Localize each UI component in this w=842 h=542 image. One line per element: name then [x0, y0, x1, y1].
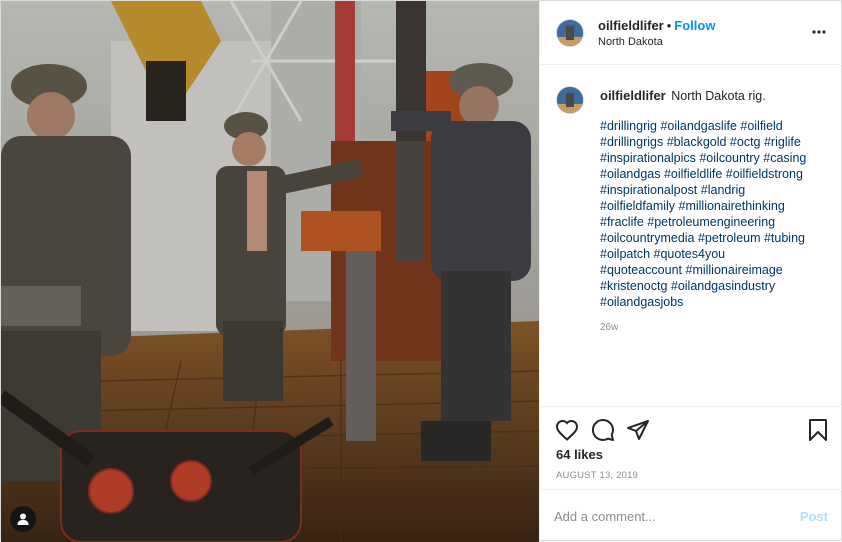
post-side-panel: oilfieldlifer • Follow North Dakota oilf…	[539, 1, 842, 542]
user-tag-icon[interactable]	[10, 506, 36, 532]
post-photo[interactable]	[1, 1, 539, 542]
hashtag-line[interactable]: #drillingrigs #blackgold #octg #riglife	[600, 134, 830, 150]
hashtag-line[interactable]: #quoteaccount #millionaireimage	[600, 262, 830, 278]
hashtag-line[interactable]: #inspirationalpost #landrig	[600, 182, 830, 198]
caption-username[interactable]: oilfieldlifer	[600, 88, 666, 103]
hashtag-line[interactable]: #oilpatch #quotes4you	[600, 246, 830, 262]
hashtag-line[interactable]: #oilfieldfamily #millionairethinking	[600, 198, 830, 214]
caption-avatar[interactable]	[556, 86, 584, 114]
post-date[interactable]: AUGUST 13, 2019	[556, 470, 638, 481]
add-comment-section: Post	[540, 489, 842, 542]
hashtag-line[interactable]: #drillingrig #oilandgaslife #oilfield	[600, 118, 830, 134]
caption: oilfieldlifer North Dakota rig. #drillin…	[600, 88, 830, 310]
hashtag-line[interactable]: #fraclife #petroleumengineering	[600, 214, 830, 230]
hashtag-line[interactable]: #kristenoctg #oilandgasindustry	[600, 278, 830, 294]
likes-count[interactable]: 64 likes	[556, 447, 603, 462]
avatar[interactable]	[556, 19, 584, 47]
hashtag-line[interactable]: #oilcountrymedia #petroleum #tubing	[600, 230, 830, 246]
instagram-post: oilfieldlifer • Follow North Dakota oilf…	[0, 0, 842, 542]
header-names: oilfieldlifer • Follow North Dakota	[598, 18, 715, 50]
share-icon[interactable]	[625, 417, 651, 443]
more-horizontal-icon[interactable]	[812, 25, 826, 39]
action-bar	[540, 406, 842, 450]
comment-icon[interactable]	[590, 417, 616, 443]
follow-button[interactable]: Follow	[674, 18, 715, 33]
post-header: oilfieldlifer • Follow North Dakota	[540, 1, 842, 65]
hashtag-line[interactable]: #oilandgasjobs	[600, 294, 830, 310]
comment-input[interactable]	[554, 505, 774, 527]
comments-area[interactable]: oilfieldlifer North Dakota rig. #drillin…	[540, 66, 842, 406]
rig-workers-photo	[1, 1, 539, 542]
post-comment-button[interactable]: Post	[800, 509, 828, 524]
username-link[interactable]: oilfieldlifer	[598, 18, 664, 33]
heart-icon[interactable]	[554, 417, 580, 443]
location-link[interactable]: North Dakota	[598, 35, 715, 50]
hashtag-line[interactable]: #inspirationalpics #oilcountry #casing	[600, 150, 830, 166]
separator-dot: •	[666, 18, 672, 33]
caption-text: North Dakota rig.	[671, 89, 766, 103]
hashtag-line[interactable]: #oilandgas #oilfieldlife #oilfieldstrong	[600, 166, 830, 182]
hashtags: #drillingrig #oilandgaslife #oilfield #d…	[600, 118, 830, 310]
caption-time-ago[interactable]: 26w	[600, 322, 618, 333]
bookmark-icon[interactable]	[805, 417, 831, 443]
